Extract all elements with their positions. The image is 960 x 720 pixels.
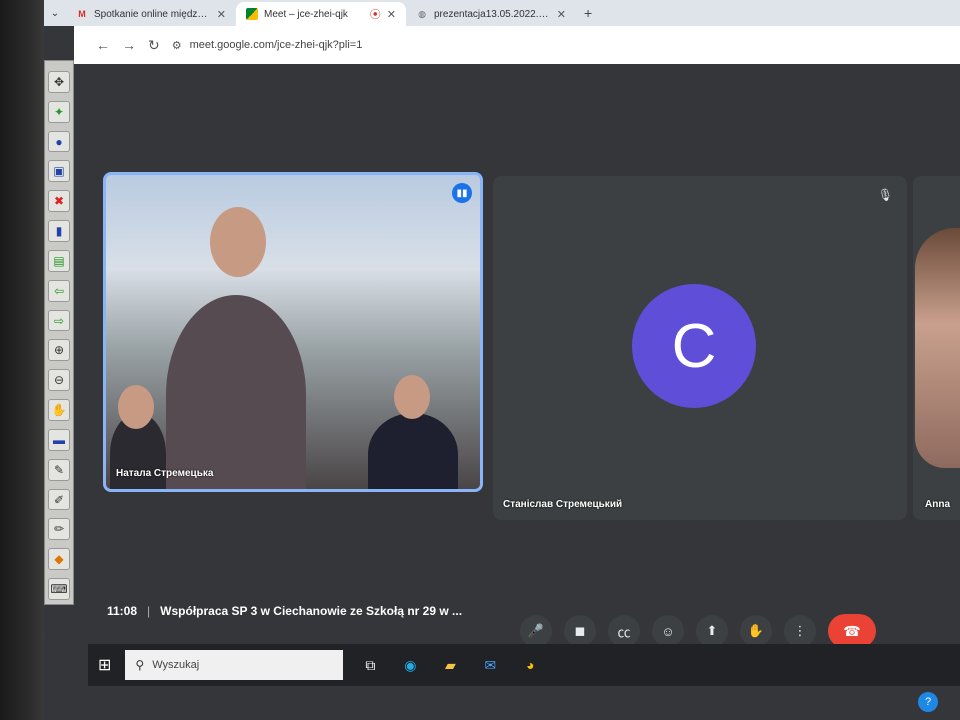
close-tab-icon[interactable]: ✕ <box>557 8 566 21</box>
marker-icon[interactable]: ▬ <box>48 428 70 451</box>
tab-gmail[interactable]: M Spotkanie online między Sp 3 i ✕ <box>66 2 236 26</box>
address-bar: ← → ↻ ⚙ meet.google.com/jce-zhei-qjk?pli… <box>74 26 960 64</box>
participant-video-figure <box>166 295 306 489</box>
arrow-left-icon[interactable]: ⇦ <box>48 279 70 302</box>
meeting-title: Współpraca SP 3 w Ciechanowie ze Szkołą … <box>160 604 463 618</box>
call-controls: 🎤 ◼ ㏄ ☺ ⬆ ✋ ⋮ ☎ <box>520 614 876 648</box>
arrow-right-icon[interactable]: ⇨ <box>48 309 70 332</box>
hand-icon[interactable]: ✋ <box>48 399 70 421</box>
task-view-icon[interactable]: ⧉ <box>357 652 383 678</box>
close-tab-icon[interactable]: ✕ <box>217 8 226 21</box>
reload-button[interactable]: ↻ <box>148 37 160 54</box>
new-tab-button[interactable]: + <box>576 5 600 21</box>
site-info-icon[interactable]: ⚙ <box>172 39 182 52</box>
meeting-time: 11:08 <box>107 604 138 618</box>
windows-taskbar: ⊞ ⚲ Wyszukaj ⧉ ◉ ▰ ✉ ◕ <box>88 644 960 686</box>
participant-tile-anna[interactable]: Anna <box>913 176 960 520</box>
eraser-small-icon[interactable]: ● <box>48 130 70 153</box>
search-icon: ⚲ <box>135 658 145 672</box>
tab-presentation[interactable]: ◍ prezentacja13.05.2022.mp4.mp ✕ <box>406 2 576 26</box>
globe-icon: ◍ <box>418 8 426 19</box>
meet-icon <box>246 8 258 20</box>
select-icon[interactable]: ✦ <box>48 100 70 123</box>
edge-icon[interactable]: ◉ <box>397 652 423 678</box>
speaking-indicator-icon: ▮▮ <box>452 183 472 203</box>
search-placeholder: Wyszukaj <box>152 659 200 671</box>
end-call-button[interactable]: ☎ <box>828 614 876 648</box>
tab-title: prezentacja13.05.2022.mp4.mp <box>434 8 551 20</box>
participant-name: Натала Стремецька <box>116 468 214 479</box>
raise-hand-button[interactable]: ✋ <box>740 615 772 647</box>
tab-meet[interactable]: Meet – jce-zhei-qjk ⦿ ✕ <box>236 2 406 26</box>
help-tray-icon[interactable]: ? <box>918 692 938 712</box>
forward-button[interactable]: → <box>122 37 136 53</box>
microphone-button[interactable]: 🎤 <box>520 615 552 647</box>
pen-icon[interactable]: ✎ <box>48 458 70 481</box>
more-options-button[interactable]: ⋮ <box>784 615 816 647</box>
participant-video-head <box>394 375 430 419</box>
tab-title: Spotkanie online między Sp 3 i <box>94 8 211 20</box>
url-text: meet.google.com/jce-zhei-qjk?pli=1 <box>189 39 363 51</box>
present-button[interactable]: ⬆ <box>696 615 728 647</box>
participant-video-head <box>118 385 154 429</box>
participant-video-figure <box>368 413 458 489</box>
participant-tile-natalia[interactable]: ▮▮ Натала Стремецька <box>103 172 483 492</box>
emoji-button[interactable]: ☺ <box>652 615 684 647</box>
mic-off-icon: 🎙 <box>877 188 893 202</box>
gmail-icon: M <box>78 9 86 19</box>
back-button[interactable]: ← <box>96 37 110 53</box>
mail-icon[interactable]: ✉ <box>477 652 503 678</box>
page-icon[interactable]: ▤ <box>48 249 70 272</box>
tab-dropdown-icon[interactable]: ⌄ <box>44 8 66 19</box>
smartboard-toolbar: ✥ ✦ ● ▣ ✖ ▮ ▤ ⇦ ⇨ ⊕ ⊖ ✋ ▬ ✎ ✐ ✏ ◆ ⌨ <box>44 60 74 605</box>
avatar: C <box>632 284 756 408</box>
brush-icon[interactable]: ✐ <box>48 488 70 511</box>
recording-icon: ⦿ <box>369 9 381 21</box>
captions-button[interactable]: ㏄ <box>608 615 640 647</box>
separator: | <box>147 604 151 618</box>
participant-video-figure <box>915 228 960 468</box>
keyboard-icon[interactable]: ⌨ <box>48 578 70 600</box>
wall-background <box>0 0 44 720</box>
start-icon[interactable]: ⊞ <box>98 655 111 675</box>
avatar-initial: C <box>671 311 717 381</box>
save-icon[interactable]: ▣ <box>48 160 70 183</box>
zoom-out-icon[interactable]: ⊖ <box>48 369 70 392</box>
close-icon[interactable]: ✖ <box>48 190 70 213</box>
browser-tab-strip: ⌄ M Spotkanie online między Sp 3 i ✕ Mee… <box>44 0 960 26</box>
camera-button[interactable]: ◼ <box>564 615 596 647</box>
chrome-icon[interactable]: ◕ <box>517 652 543 678</box>
participant-video-head <box>210 207 266 277</box>
zoom-in-icon[interactable]: ⊕ <box>48 339 70 362</box>
participant-name: Станіслав Стремецький <box>503 499 623 510</box>
tab-title: Meet – jce-zhei-qjk <box>264 8 348 20</box>
fill-icon[interactable]: ◆ <box>48 548 70 571</box>
participant-tile-stanislav[interactable]: 🎙 C Станіслав Стремецький <box>493 176 907 520</box>
taskbar-search[interactable]: ⚲ Wyszukaj <box>125 650 344 680</box>
close-tab-icon[interactable]: ✕ <box>387 8 396 21</box>
participant-name: Anna <box>925 499 950 510</box>
file-explorer-icon[interactable]: ▰ <box>437 652 463 678</box>
highlighter-icon[interactable]: ✏ <box>48 518 70 541</box>
meeting-details[interactable]: 11:08 | Współpraca SP 3 w Ciechanowie ze… <box>107 604 462 618</box>
url-field[interactable]: ⚙ meet.google.com/jce-zhei-qjk?pli=1 <box>172 39 363 52</box>
book-icon[interactable]: ▮ <box>48 220 70 242</box>
move-icon[interactable]: ✥ <box>48 71 70 93</box>
